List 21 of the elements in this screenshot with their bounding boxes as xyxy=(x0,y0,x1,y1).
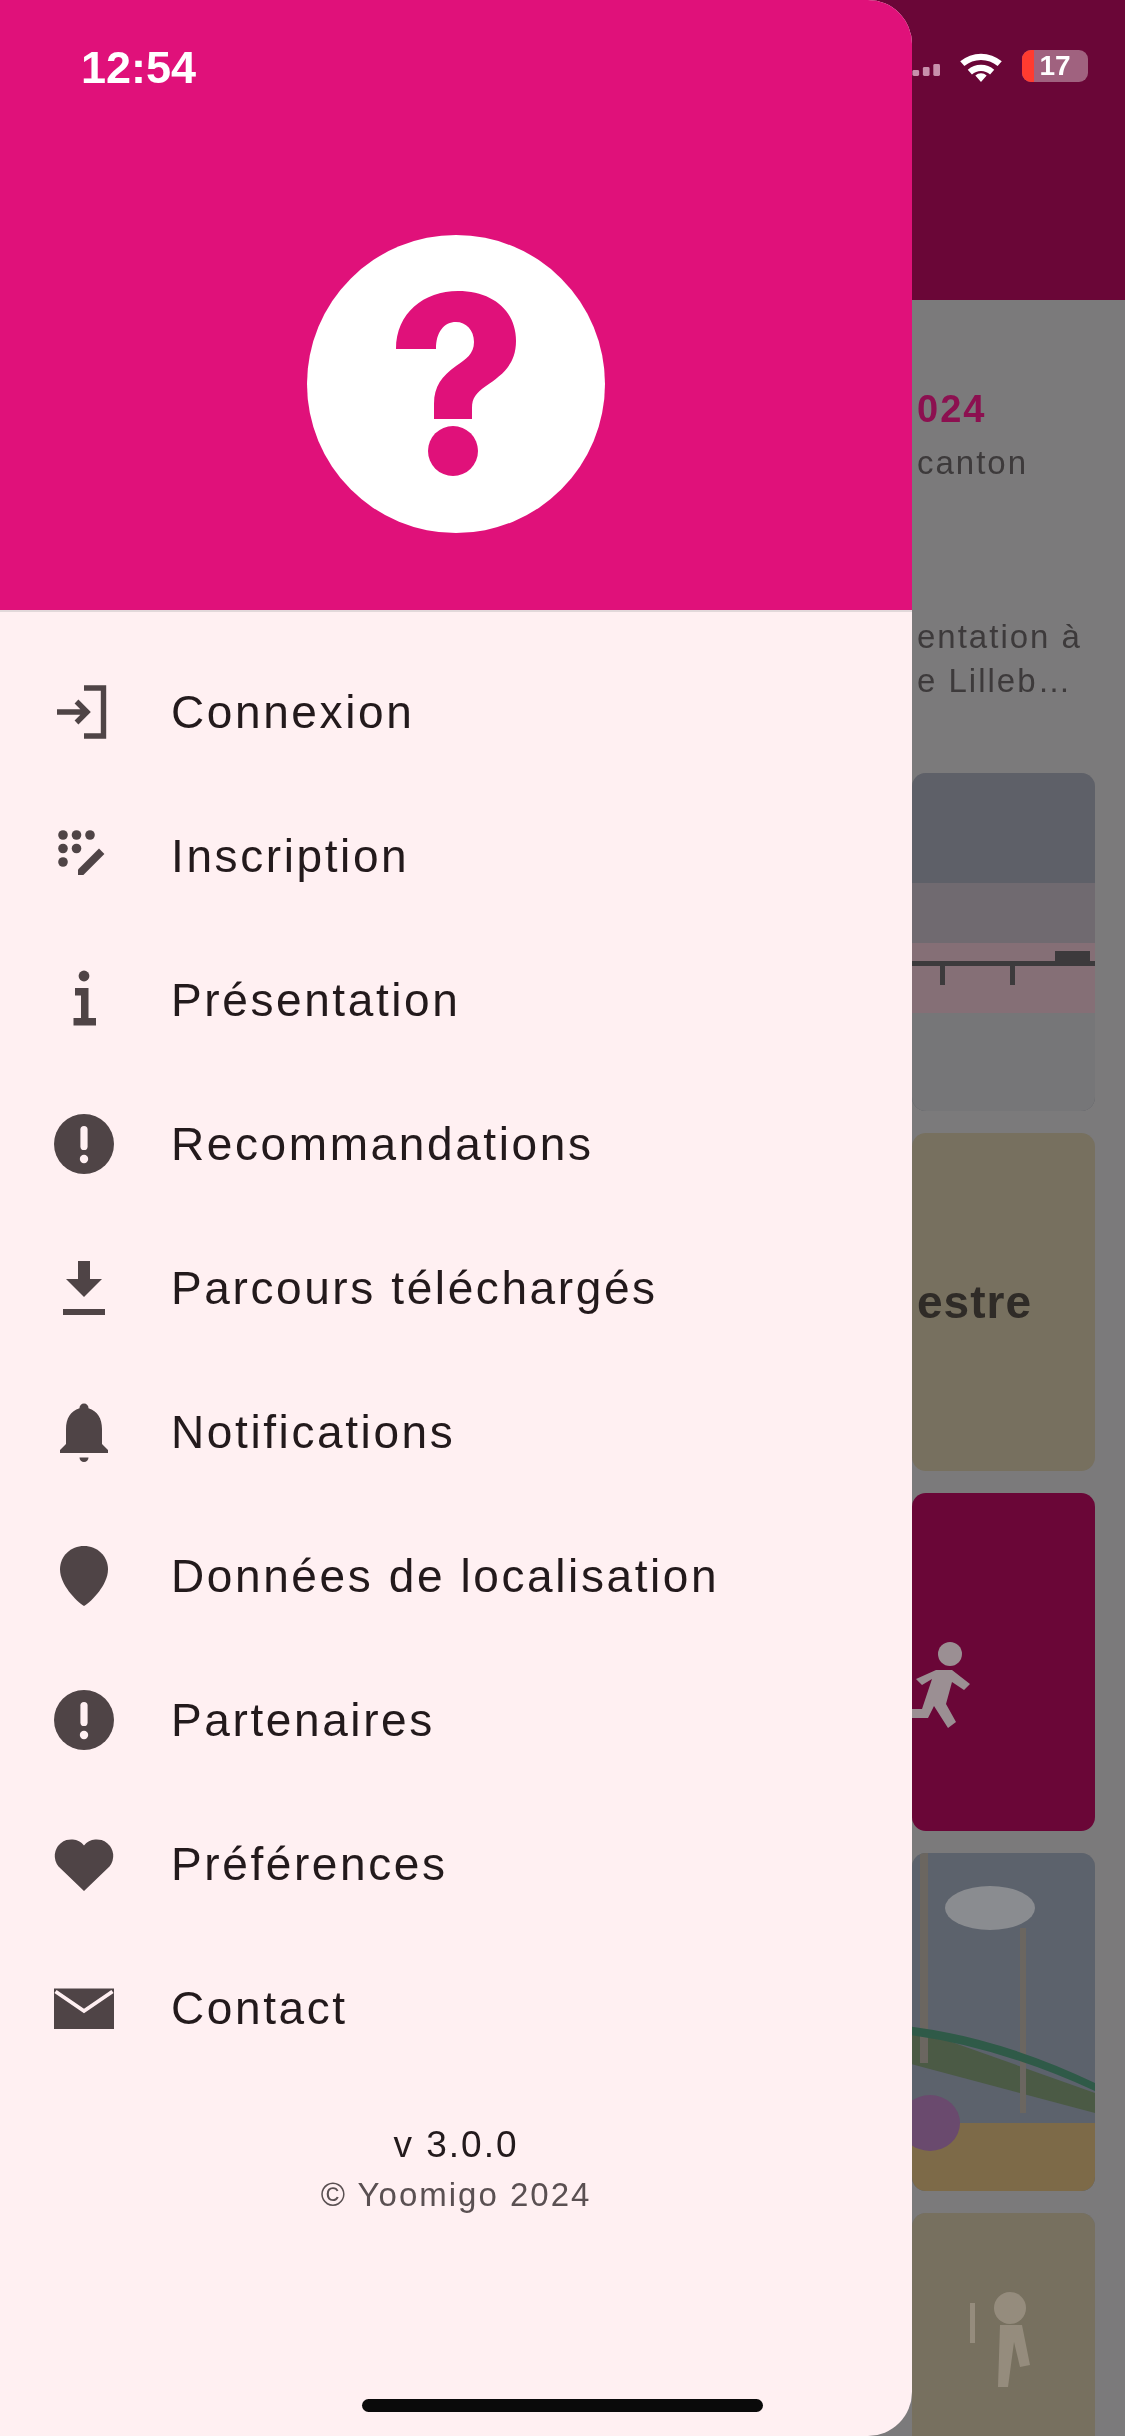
card-description: canton xyxy=(917,443,1030,483)
menu-item[interactable]: Inscription xyxy=(0,784,912,928)
menu-item[interactable]: Connexion xyxy=(0,640,912,784)
card-description: entation à xyxy=(917,617,1083,657)
card-title: estre xyxy=(917,1275,1032,1329)
menu-item[interactable]: Données de localisation xyxy=(0,1504,912,1648)
activity-card[interactable] xyxy=(912,1493,1095,1831)
card-description: e Lilleb… xyxy=(917,661,1074,701)
battery-indicator: 17 xyxy=(1022,50,1088,82)
menu-item[interactable]: Préférences xyxy=(0,1792,912,1936)
copyright: © Yoomigo 2024 xyxy=(320,2176,592,2214)
menu-item[interactable]: Parcours téléchargés xyxy=(0,1216,912,1360)
menu-item[interactable]: Notifications xyxy=(0,1360,912,1504)
menu-item[interactable]: Partenaires xyxy=(0,1648,912,1792)
menu-item[interactable]: Contact xyxy=(0,1936,912,2080)
menu-item[interactable]: Présentation xyxy=(0,928,912,1072)
status-time: 12:54 xyxy=(81,46,198,90)
card-date: 024 xyxy=(917,387,988,431)
menu-item[interactable]: Recommandations xyxy=(0,1072,912,1216)
app-version: v 3.0.0 xyxy=(393,2124,519,2166)
question-mark-icon xyxy=(396,291,516,477)
